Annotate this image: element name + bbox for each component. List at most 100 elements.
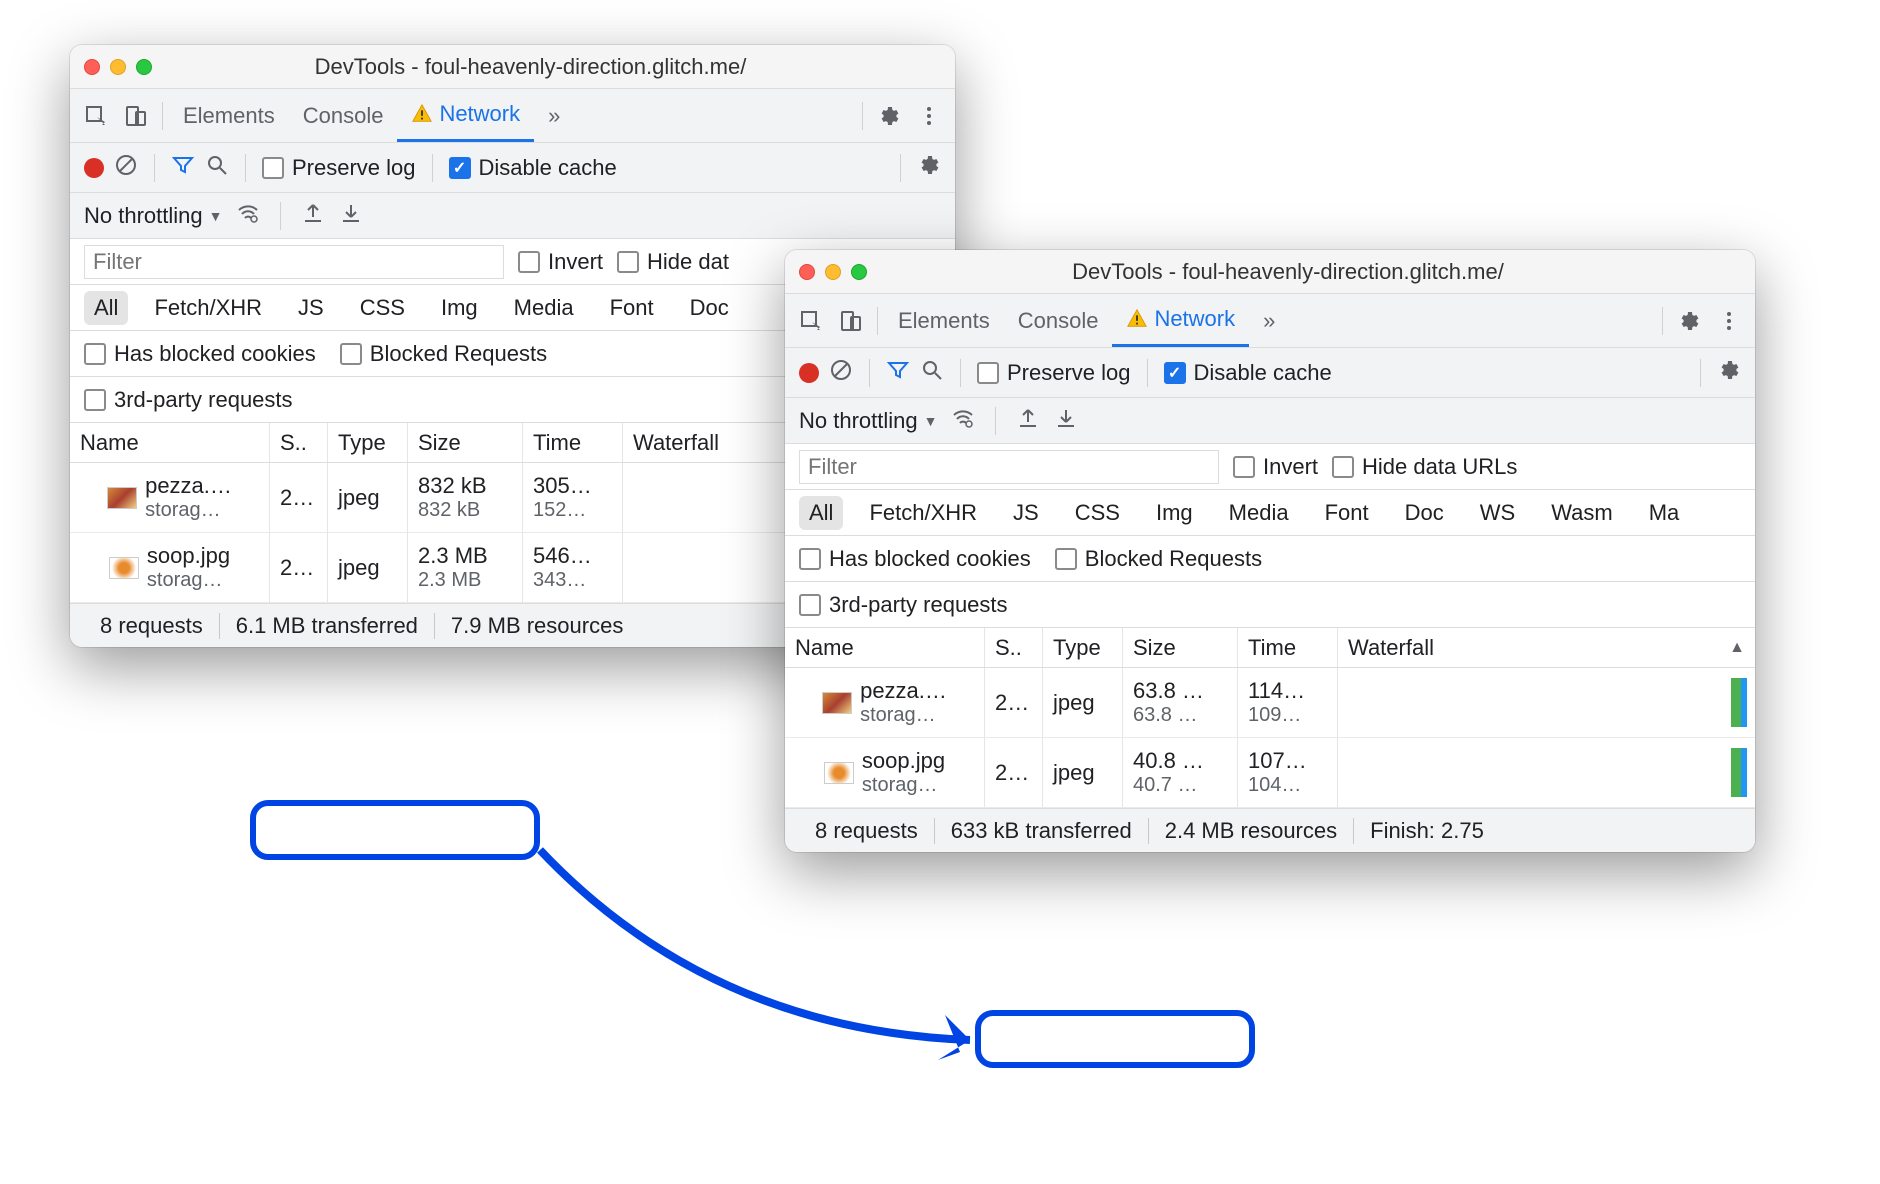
type-js[interactable]: JS: [1003, 496, 1049, 530]
has-blocked-cookies-checkbox[interactable]: Has blocked cookies: [799, 546, 1031, 572]
disable-cache-checkbox[interactable]: Disable cache: [449, 155, 617, 181]
device-toolbar-icon[interactable]: [116, 96, 156, 136]
download-icon[interactable]: [339, 201, 363, 230]
col-type[interactable]: Type: [1043, 628, 1123, 667]
type-all[interactable]: All: [799, 496, 843, 530]
upload-icon[interactable]: [1016, 406, 1040, 435]
preserve-log-label: Preserve log: [292, 155, 416, 181]
col-name[interactable]: Name: [70, 423, 270, 462]
col-size[interactable]: Size: [1123, 628, 1238, 667]
tab-more[interactable]: »: [1249, 294, 1289, 347]
tab-network[interactable]: Network: [397, 89, 534, 142]
type-doc[interactable]: Doc: [680, 291, 739, 325]
invert-checkbox[interactable]: Invert: [1233, 454, 1318, 480]
col-size[interactable]: Size: [408, 423, 523, 462]
hide-data-urls-checkbox[interactable]: Hide data URLs: [1332, 454, 1517, 480]
sort-ascending-icon: ▲: [1729, 639, 1745, 657]
request-domain: storag…: [862, 774, 945, 797]
close-button[interactable]: [84, 59, 100, 75]
tab-elements[interactable]: Elements: [169, 89, 289, 142]
table-row[interactable]: soop.jpg storag… 2… jpeg 40.8 …40.7 … 10…: [785, 738, 1755, 808]
type-img[interactable]: Img: [1146, 496, 1203, 530]
tab-more[interactable]: »: [534, 89, 574, 142]
preserve-log-checkbox[interactable]: Preserve log: [262, 155, 416, 181]
hide-data-urls-checkbox[interactable]: Hide dat: [617, 249, 729, 275]
tab-console[interactable]: Console: [289, 89, 398, 142]
type-ws[interactable]: WS: [1470, 496, 1525, 530]
col-type[interactable]: Type: [328, 423, 408, 462]
type-manifest[interactable]: Ma: [1639, 496, 1690, 530]
type-css[interactable]: CSS: [1065, 496, 1130, 530]
type-fetch[interactable]: Fetch/XHR: [144, 291, 272, 325]
third-party-checkbox[interactable]: 3rd-party requests: [84, 387, 293, 413]
tab-network[interactable]: Network: [1112, 294, 1249, 347]
filter-input[interactable]: [799, 450, 1219, 484]
titlebar: DevTools - foul-heavenly-direction.glitc…: [70, 45, 955, 89]
request-name: soop.jpg: [147, 543, 230, 569]
minimize-button[interactable]: [825, 264, 841, 280]
clear-icon[interactable]: [829, 358, 853, 387]
inspect-icon[interactable]: [76, 96, 116, 136]
filter-input[interactable]: [84, 245, 504, 279]
type-css[interactable]: CSS: [350, 291, 415, 325]
device-toolbar-icon[interactable]: [831, 301, 871, 341]
clear-icon[interactable]: [114, 153, 138, 182]
network-conditions-icon[interactable]: [951, 406, 975, 435]
close-button[interactable]: [799, 264, 815, 280]
col-waterfall[interactable]: Waterfall ▲: [1338, 628, 1755, 667]
col-name[interactable]: Name: [785, 628, 985, 667]
request-name: soop.jpg: [862, 748, 945, 774]
maximize-button[interactable]: [851, 264, 867, 280]
annotation-highlight-before: [250, 800, 540, 860]
network-settings-icon[interactable]: [917, 153, 941, 182]
blocked-requests-checkbox[interactable]: Blocked Requests: [340, 341, 547, 367]
maximize-button[interactable]: [136, 59, 152, 75]
upload-icon[interactable]: [301, 201, 325, 230]
thumbnail-icon: [107, 487, 137, 509]
search-icon[interactable]: [205, 153, 229, 182]
invert-label: Invert: [548, 249, 603, 275]
filter-icon[interactable]: [886, 358, 910, 387]
throttle-select[interactable]: No throttling ▼: [799, 408, 937, 434]
type-font[interactable]: Font: [1315, 496, 1379, 530]
network-conditions-icon[interactable]: [236, 201, 260, 230]
sub-filters-2: 3rd-party requests: [785, 582, 1755, 628]
footer-finish: Finish: 2.75: [1354, 818, 1500, 844]
type-media[interactable]: Media: [1219, 496, 1299, 530]
download-icon[interactable]: [1054, 406, 1078, 435]
type-all[interactable]: All: [84, 291, 128, 325]
tab-strip: Elements Console Network »: [785, 294, 1755, 348]
blocked-requests-checkbox[interactable]: Blocked Requests: [1055, 546, 1262, 572]
type-fetch[interactable]: Fetch/XHR: [859, 496, 987, 530]
tab-console[interactable]: Console: [1004, 294, 1113, 347]
record-button[interactable]: [84, 158, 104, 178]
tab-elements[interactable]: Elements: [884, 294, 1004, 347]
search-icon[interactable]: [920, 358, 944, 387]
record-button[interactable]: [799, 363, 819, 383]
type-img[interactable]: Img: [431, 291, 488, 325]
has-blocked-cookies-checkbox[interactable]: Has blocked cookies: [84, 341, 316, 367]
disable-cache-checkbox[interactable]: Disable cache: [1164, 360, 1332, 386]
throttle-select[interactable]: No throttling ▼: [84, 203, 222, 229]
settings-icon[interactable]: [1669, 301, 1709, 341]
kebab-menu-icon[interactable]: [1709, 301, 1749, 341]
col-status[interactable]: S..: [985, 628, 1043, 667]
col-status[interactable]: S..: [270, 423, 328, 462]
type-font[interactable]: Font: [600, 291, 664, 325]
invert-checkbox[interactable]: Invert: [518, 249, 603, 275]
kebab-menu-icon[interactable]: [909, 96, 949, 136]
type-doc[interactable]: Doc: [1395, 496, 1454, 530]
settings-icon[interactable]: [869, 96, 909, 136]
type-js[interactable]: JS: [288, 291, 334, 325]
network-settings-icon[interactable]: [1717, 358, 1741, 387]
type-wasm[interactable]: Wasm: [1541, 496, 1623, 530]
table-row[interactable]: pezza.… storag… 2… jpeg 63.8 …63.8 … 114…: [785, 668, 1755, 738]
network-toolbar: Preserve log Disable cache: [70, 143, 955, 193]
preserve-log-checkbox[interactable]: Preserve log: [977, 360, 1131, 386]
minimize-button[interactable]: [110, 59, 126, 75]
third-party-checkbox[interactable]: 3rd-party requests: [799, 592, 1008, 618]
col-time[interactable]: Time: [523, 423, 623, 462]
inspect-icon[interactable]: [791, 301, 831, 341]
col-time[interactable]: Time: [1238, 628, 1338, 667]
type-media[interactable]: Media: [504, 291, 584, 325]
